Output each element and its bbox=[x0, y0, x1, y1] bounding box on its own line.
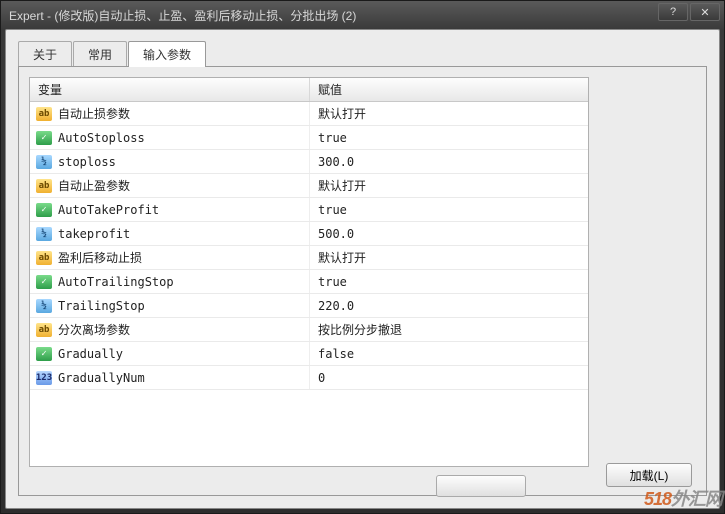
number-type-icon: ½ bbox=[36, 227, 52, 241]
tab-inputs[interactable]: 输入参数 bbox=[128, 41, 206, 67]
tab-strip: 关于 常用 输入参数 bbox=[18, 42, 707, 66]
value-cell[interactable]: 默认打开 bbox=[310, 177, 588, 194]
grid-body: ab自动止损参数默认打开✓AutoStoplosstrue½stoploss30… bbox=[30, 102, 588, 390]
value-cell[interactable]: true bbox=[310, 203, 588, 217]
number-type-icon: ½ bbox=[36, 299, 52, 313]
variable-cell[interactable]: 123 GraduallyNum bbox=[30, 366, 310, 389]
value-cell[interactable]: 0 bbox=[310, 371, 588, 385]
value-cell[interactable]: false bbox=[310, 347, 588, 361]
variable-name: 自动止盈参数 bbox=[58, 177, 130, 194]
table-row[interactable]: ½ TrailingStop 220.0 bbox=[30, 294, 588, 318]
grid-header-variable[interactable]: 变量 bbox=[30, 78, 310, 101]
variable-name: 分次离场参数 bbox=[58, 321, 130, 338]
string-type-icon: ab bbox=[36, 251, 52, 265]
variable-name: takeprofit bbox=[58, 227, 130, 241]
variable-cell[interactable]: ab 自动止损参数 bbox=[30, 102, 310, 125]
value-cell[interactable]: 按比例分步撤退 bbox=[310, 321, 588, 338]
table-row[interactable]: ✓ AutoStoploss true bbox=[30, 126, 588, 150]
tab-about[interactable]: 关于 bbox=[18, 41, 72, 67]
tab-common[interactable]: 常用 bbox=[73, 41, 127, 67]
titlebar[interactable]: Expert - (修改版)自动止损、止盈、盈利后移动止损、分批出场 (2) ?… bbox=[1, 1, 724, 29]
value-cell[interactable]: 300.0 bbox=[310, 155, 588, 169]
bool-type-icon: ✓ bbox=[36, 131, 52, 145]
table-row[interactable]: ab 自动止盈参数 默认打开 bbox=[30, 174, 588, 198]
grid-header: 变量 赋值 bbox=[30, 78, 588, 102]
client-area: 关于 常用 输入参数 变量 赋值 ab自动止损参数默认打开✓AutoStoplo… bbox=[5, 29, 720, 509]
string-type-icon: ab bbox=[36, 179, 52, 193]
variable-cell[interactable]: ½ TrailingStop bbox=[30, 294, 310, 317]
variable-cell[interactable]: ✓ Gradually bbox=[30, 342, 310, 365]
variable-name: stoploss bbox=[58, 155, 116, 169]
number-type-icon: ½ bbox=[36, 155, 52, 169]
table-row[interactable]: ab 盈利后移动止损 默认打开 bbox=[30, 246, 588, 270]
variable-cell[interactable]: ½ stoploss bbox=[30, 150, 310, 173]
variable-cell[interactable]: ab 盈利后移动止损 bbox=[30, 246, 310, 269]
window-controls: ? ✕ bbox=[658, 3, 720, 21]
int-type-icon: 123 bbox=[36, 371, 52, 385]
bool-type-icon: ✓ bbox=[36, 203, 52, 217]
variable-name: 自动止损参数 bbox=[58, 105, 130, 122]
parameters-grid[interactable]: 变量 赋值 ab自动止损参数默认打开✓AutoStoplosstrue½stop… bbox=[29, 77, 589, 467]
watermark-prefix: 518 bbox=[644, 489, 671, 509]
variable-cell[interactable]: ½ takeprofit bbox=[30, 222, 310, 245]
value-cell[interactable]: 500.0 bbox=[310, 227, 588, 241]
value-cell[interactable]: 220.0 bbox=[310, 299, 588, 313]
table-row[interactable]: 123 GraduallyNum 0 bbox=[30, 366, 588, 390]
watermark: 518外汇网 bbox=[644, 485, 722, 511]
variable-name: TrailingStop bbox=[58, 299, 145, 313]
variable-cell[interactable]: ab 自动止盈参数 bbox=[30, 174, 310, 197]
variable-name: AutoStoploss bbox=[58, 131, 145, 145]
variable-cell[interactable]: ✓ AutoStoploss bbox=[30, 126, 310, 149]
table-row[interactable]: ab 自动止损参数 默认打开 bbox=[30, 102, 588, 126]
watermark-suffix: 外汇网 bbox=[671, 489, 722, 509]
table-row[interactable]: ab 分次离场参数 按比例分步撤退 bbox=[30, 318, 588, 342]
variable-name: 盈利后移动止损 bbox=[58, 249, 142, 266]
dialog-window: Expert - (修改版)自动止损、止盈、盈利后移动止损、分批出场 (2) ?… bbox=[0, 0, 725, 514]
value-cell[interactable]: true bbox=[310, 275, 588, 289]
window-title: Expert - (修改版)自动止损、止盈、盈利后移动止损、分批出场 (2) bbox=[9, 7, 716, 24]
table-row[interactable]: ✓ AutoTakeProfit true bbox=[30, 198, 588, 222]
string-type-icon: ab bbox=[36, 323, 52, 337]
variable-name: GraduallyNum bbox=[58, 371, 145, 385]
tab-panel: 变量 赋值 ab自动止损参数默认打开✓AutoStoplosstrue½stop… bbox=[18, 66, 707, 496]
variable-name: AutoTakeProfit bbox=[58, 203, 159, 217]
variable-cell[interactable]: ✓ AutoTrailingStop bbox=[30, 270, 310, 293]
help-button[interactable]: ? bbox=[658, 3, 688, 21]
string-type-icon: ab bbox=[36, 107, 52, 121]
bool-type-icon: ✓ bbox=[36, 275, 52, 289]
variable-name: AutoTrailingStop bbox=[58, 275, 174, 289]
value-cell[interactable]: true bbox=[310, 131, 588, 145]
variable-name: Gradually bbox=[58, 347, 123, 361]
table-row[interactable]: ✓ AutoTrailingStop true bbox=[30, 270, 588, 294]
value-cell[interactable]: 默认打开 bbox=[310, 249, 588, 266]
value-cell[interactable]: 默认打开 bbox=[310, 105, 588, 122]
dialog-button[interactable] bbox=[436, 475, 526, 497]
bool-type-icon: ✓ bbox=[36, 347, 52, 361]
close-button[interactable]: ✕ bbox=[690, 3, 720, 21]
load-button[interactable]: 加载(L) bbox=[606, 463, 692, 487]
table-row[interactable]: ½ stoploss 300.0 bbox=[30, 150, 588, 174]
grid-header-value[interactable]: 赋值 bbox=[310, 78, 588, 101]
variable-cell[interactable]: ✓ AutoTakeProfit bbox=[30, 198, 310, 221]
table-row[interactable]: ✓ Gradually false bbox=[30, 342, 588, 366]
variable-cell[interactable]: ab 分次离场参数 bbox=[30, 318, 310, 341]
table-row[interactable]: ½ takeprofit 500.0 bbox=[30, 222, 588, 246]
